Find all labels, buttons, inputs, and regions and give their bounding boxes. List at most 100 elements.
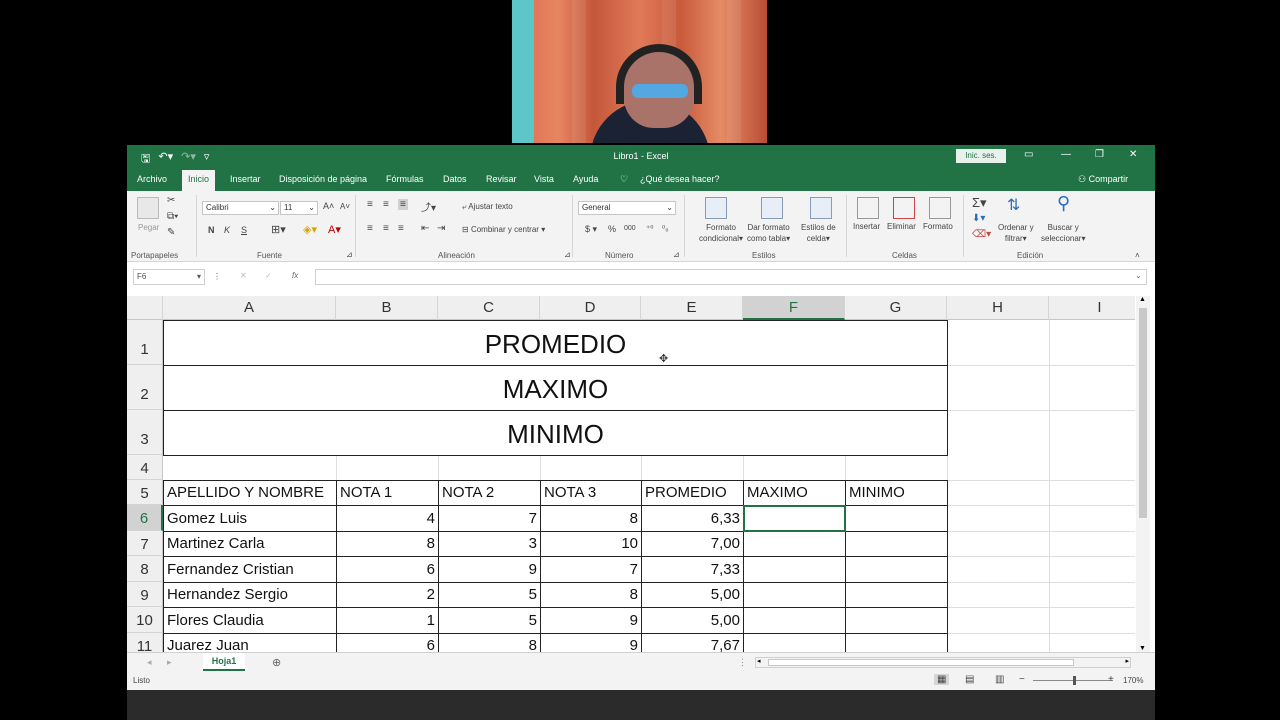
horizontal-scrollbar[interactable]: ◂ ▸ (755, 657, 1131, 668)
table-cell-a7[interactable]: Martinez Carla (163, 531, 337, 557)
decrease-indent-icon[interactable]: ⇤ (421, 223, 429, 234)
underline-button[interactable]: S (241, 225, 247, 235)
delete-cells-button[interactable]: Eliminar (887, 222, 916, 231)
tab-formulas[interactable]: Fórmulas (386, 174, 424, 184)
table-cell-c8[interactable]: 9 (438, 556, 541, 583)
tab-archivo[interactable]: Archivo (137, 174, 167, 184)
shrink-font-icon[interactable]: A˅ (340, 202, 350, 211)
zoom-level[interactable]: 170% (1123, 676, 1143, 685)
table-cell-a8[interactable]: Fernandez Cristian (163, 556, 337, 583)
table-cell-c6[interactable]: 7 (438, 505, 541, 532)
row-header-5[interactable]: 5 (127, 480, 163, 505)
column-header-d[interactable]: D (540, 296, 641, 320)
header-cell-d[interactable]: NOTA 3 (540, 480, 642, 506)
conditional-format-button[interactable]: Formato condicional▾ (699, 222, 743, 244)
merge-center-button[interactable]: ⊟ Combinar y centrar ▾ (462, 225, 545, 234)
tab-vista[interactable]: Vista (534, 174, 554, 184)
table-cell-f8[interactable] (743, 556, 846, 583)
tab-inicio[interactable]: Inicio (182, 170, 216, 191)
table-cell-e9[interactable]: 5,00 (641, 582, 744, 608)
cancel-formula-icon[interactable]: ✕ (240, 271, 247, 280)
row-header-8[interactable]: 8 (127, 556, 163, 582)
normal-view-icon[interactable]: ▦ (934, 674, 950, 685)
increase-decimal-icon[interactable]: ⁺⁰ (646, 224, 653, 233)
increase-indent-icon[interactable]: ⇥ (437, 223, 445, 234)
comma-style-icon[interactable]: 000 (624, 225, 636, 232)
tab-disposicion[interactable]: Disposición de página (279, 174, 367, 184)
table-cell-a11[interactable]: Juarez Juan (163, 633, 337, 652)
align-top-icon[interactable]: ≡ (367, 199, 373, 210)
format-painter-icon[interactable]: ✎ (167, 227, 175, 238)
table-cell-f7[interactable] (743, 531, 846, 557)
tab-datos[interactable]: Datos (443, 174, 467, 184)
align-center-icon[interactable]: ≡ (383, 223, 389, 234)
font-family-combo[interactable]: Calibri ⌄ (202, 201, 279, 215)
add-sheet-icon[interactable]: ⊕ (272, 656, 281, 669)
header-cell-c[interactable]: NOTA 2 (438, 480, 541, 506)
header-cell-g[interactable]: MINIMO (845, 480, 948, 506)
sort-filter-icon[interactable]: ⇅ (1007, 195, 1020, 215)
enter-formula-icon[interactable]: ✓ (265, 271, 272, 280)
table-cell-b8[interactable]: 6 (336, 556, 439, 583)
italic-button[interactable]: K (224, 225, 230, 235)
table-cell-c10[interactable]: 5 (438, 607, 541, 634)
table-cell-e11[interactable]: 7,67 (641, 633, 744, 652)
align-left-icon[interactable]: ≡ (367, 223, 373, 234)
formula-input[interactable] (315, 269, 1147, 285)
font-color-icon[interactable]: A▾ (328, 223, 341, 236)
table-cell-a10[interactable]: Flores Claudia (163, 607, 337, 634)
spreadsheet-grid[interactable]: A B C D E F G H I 1 2 3 4 5 6 7 8 9 10 1… (127, 296, 1135, 652)
number-launcher-icon[interactable]: ⊿ (673, 250, 680, 259)
column-header-e[interactable]: E (641, 296, 743, 320)
next-sheet-icon[interactable]: ▸ (167, 657, 172, 668)
table-cell-c7[interactable]: 3 (438, 531, 541, 557)
fill-color-icon[interactable]: ◈▾ (303, 223, 317, 236)
row-header-6[interactable]: 6 (127, 505, 163, 531)
table-cell-b7[interactable]: 8 (336, 531, 439, 557)
table-cell-a9[interactable]: Hernandez Sergio (163, 582, 337, 608)
delete-cells-icon[interactable] (893, 197, 915, 219)
table-cell-g9[interactable] (845, 582, 948, 608)
merged-cell-promedio[interactable]: PROMEDIO (163, 320, 948, 366)
row-header-7[interactable]: 7 (127, 531, 163, 556)
currency-icon[interactable]: $ ▾ (585, 224, 597, 235)
scroll-right-icon[interactable]: ▸ (1125, 657, 1129, 665)
table-cell-g8[interactable] (845, 556, 948, 583)
column-header-f[interactable]: F (743, 296, 845, 320)
tab-insertar[interactable]: Insertar (230, 174, 261, 184)
share-button[interactable]: ⚇ Compartir (1078, 174, 1128, 185)
table-cell-e10[interactable]: 5,00 (641, 607, 744, 634)
number-format-combo[interactable]: General ⌄ (578, 201, 676, 215)
table-cell-e8[interactable]: 7,33 (641, 556, 744, 583)
borders-icon[interactable]: ⊞▾ (271, 223, 286, 236)
horizontal-scroll-thumb[interactable] (768, 659, 1074, 666)
prev-sheet-icon[interactable]: ◂ (147, 657, 152, 668)
cell-styles-button[interactable]: Estilos de celda▾ (801, 222, 836, 244)
table-cell-b9[interactable]: 2 (336, 582, 439, 608)
table-cell-c9[interactable]: 5 (438, 582, 541, 608)
page-layout-view-icon[interactable]: ▤ (965, 674, 974, 685)
format-cells-button[interactable]: Formato (923, 222, 953, 231)
row-header-4[interactable]: 4 (127, 455, 163, 480)
table-cell-f11[interactable] (743, 633, 846, 652)
font-size-combo[interactable]: 11 ⌄ (280, 201, 318, 215)
page-break-view-icon[interactable]: ▥ (995, 674, 1004, 685)
ribbon-display-icon[interactable]: ▭ (1024, 149, 1033, 160)
find-select-button[interactable]: Buscar y seleccionar▾ (1041, 222, 1085, 244)
column-header-a[interactable]: A (163, 296, 336, 320)
header-cell-f[interactable]: MAXIMO (743, 480, 846, 506)
table-cell-g10[interactable] (845, 607, 948, 634)
tab-ayuda[interactable]: Ayuda (573, 174, 598, 184)
table-cell-d10[interactable]: 9 (540, 607, 642, 634)
table-cell-f10[interactable] (743, 607, 846, 634)
close-icon[interactable]: ✕ (1129, 149, 1137, 160)
table-cell-e7[interactable]: 7,00 (641, 531, 744, 557)
conditional-format-icon[interactable] (705, 197, 727, 219)
row-header-2[interactable]: 2 (127, 365, 163, 410)
orientation-icon[interactable]: ⤴▾ (421, 199, 436, 214)
table-cell-g6[interactable] (845, 505, 948, 532)
merged-cell-maximo[interactable]: MAXIMO (163, 365, 948, 411)
decrease-decimal-icon[interactable]: ⁰₀ (662, 224, 669, 233)
row-header-11[interactable]: 11 (127, 633, 163, 652)
row-header-9[interactable]: 9 (127, 582, 163, 607)
